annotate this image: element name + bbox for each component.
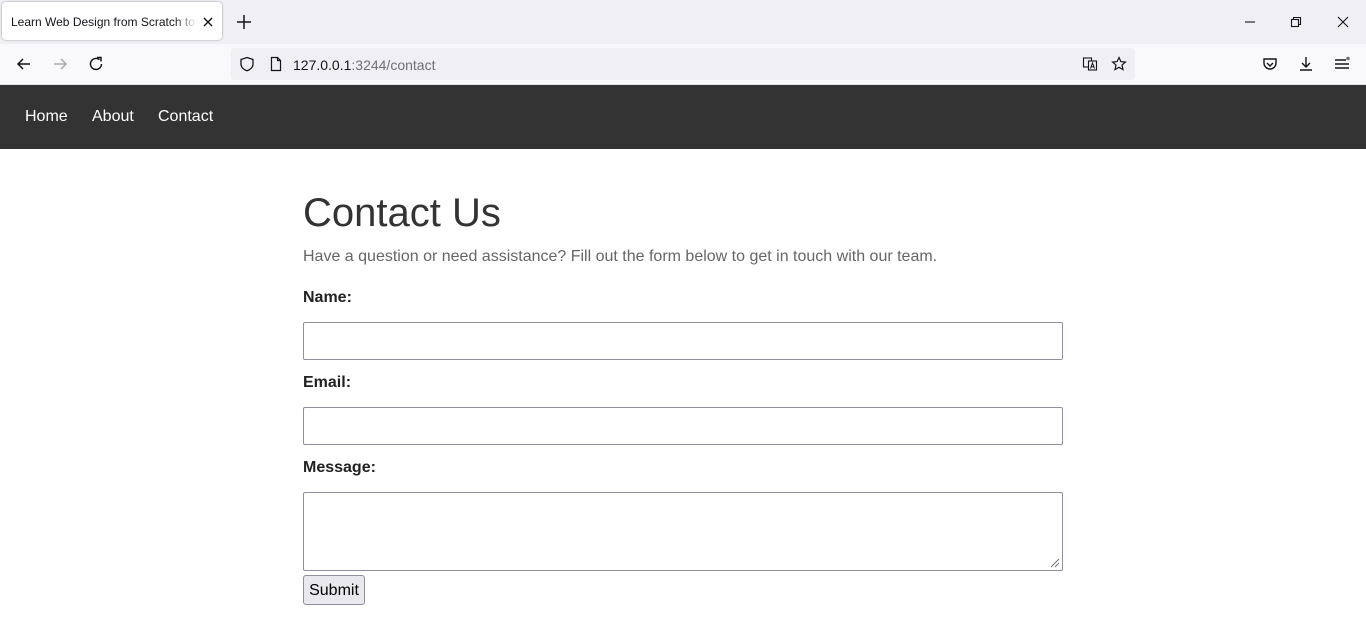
url-host: 127.0.0.1	[293, 57, 352, 73]
name-label: Name:	[303, 289, 352, 306]
message-label: Message:	[303, 459, 376, 476]
address-bar[interactable]: 127.0.0.1:3244/contact	[231, 48, 1135, 80]
name-field[interactable]	[303, 322, 1063, 360]
forward-icon[interactable]	[51, 55, 69, 73]
close-tab-icon[interactable]	[201, 15, 215, 29]
restore-icon[interactable]	[1288, 14, 1304, 30]
browser-tab-strip: Learn Web Design from Scratch to Pro	[0, 0, 1366, 44]
back-icon[interactable]	[15, 55, 33, 73]
nav-link-home[interactable]: Home	[25, 108, 68, 126]
new-tab-icon[interactable]	[234, 12, 254, 32]
page-title: Contact Us	[303, 191, 501, 235]
shield-icon[interactable]	[239, 56, 255, 72]
reload-icon[interactable]	[87, 55, 105, 73]
submit-button[interactable]: Submit	[303, 575, 365, 605]
menu-icon[interactable]	[1333, 55, 1351, 73]
page-icon[interactable]	[268, 56, 284, 72]
browser-tab-active[interactable]: Learn Web Design from Scratch to Pro	[2, 2, 222, 40]
email-label: Email:	[303, 374, 352, 391]
nav-link-about[interactable]: About	[92, 108, 134, 126]
intro-text: Have a question or need assistance? Fill…	[303, 248, 938, 265]
site-navigation: Home About Contact	[0, 85, 1366, 149]
download-icon[interactable]	[1297, 55, 1315, 73]
translate-icon[interactable]	[1082, 56, 1098, 72]
pocket-icon[interactable]	[1261, 55, 1279, 73]
browser-toolbar: 127.0.0.1:3244/contact	[0, 44, 1366, 85]
tab-title: Learn Web Design from Scratch to Pro	[11, 15, 197, 29]
resize-grip-icon[interactable]	[1048, 556, 1060, 568]
url-path: :3244/contact	[351, 57, 436, 73]
bookmark-star-icon[interactable]	[1111, 56, 1127, 72]
nav-link-contact[interactable]: Contact	[158, 108, 213, 126]
minimize-icon[interactable]	[1242, 14, 1258, 30]
url-text[interactable]: 127.0.0.1:3244/contact	[293, 57, 435, 73]
email-field[interactable]	[303, 407, 1063, 445]
close-window-icon[interactable]	[1335, 14, 1351, 30]
message-textarea[interactable]	[303, 492, 1063, 571]
